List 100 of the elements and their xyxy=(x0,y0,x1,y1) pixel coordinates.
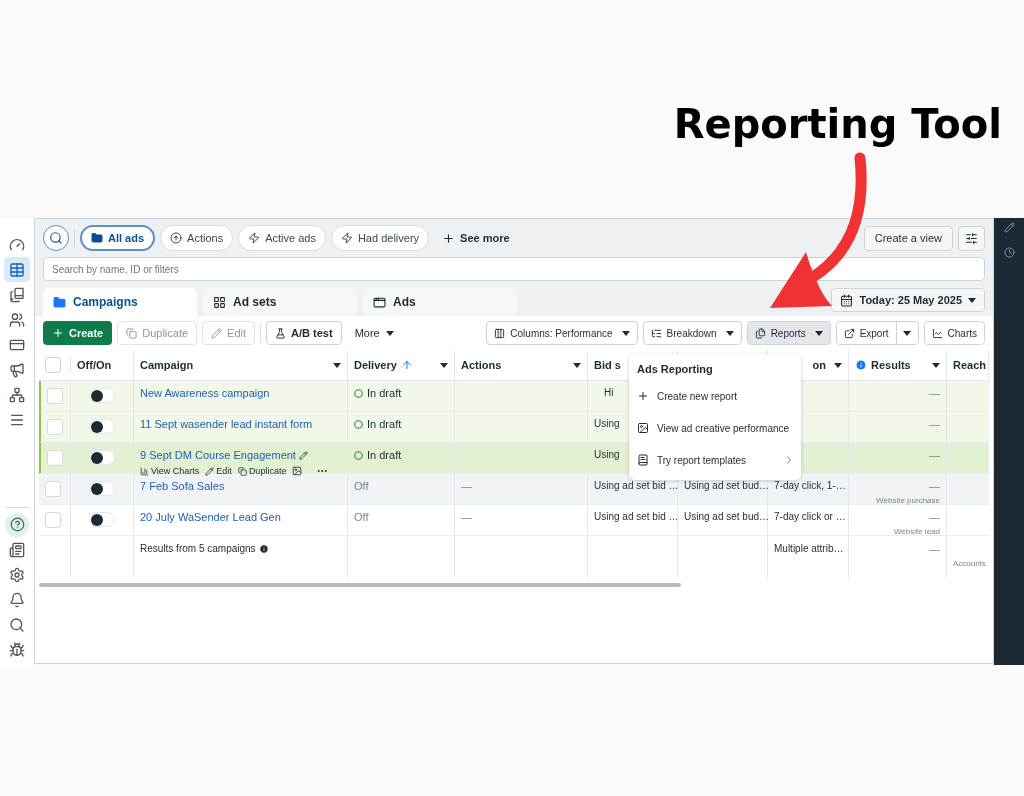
table-cell: — xyxy=(461,511,472,523)
table-icon[interactable] xyxy=(4,257,30,282)
toolbar-button[interactable]: Charts xyxy=(923,321,985,345)
column-header[interactable]: Actions xyxy=(461,349,581,381)
campaign-link[interactable]: 20 July WaSender Lead Gen xyxy=(140,509,281,526)
date-picker[interactable]: Today: 25 May 2025 xyxy=(831,288,985,312)
folder-icon xyxy=(53,295,66,309)
toggle-switch[interactable] xyxy=(89,388,115,403)
info-icon xyxy=(855,359,867,371)
export-split-button[interactable]: Export xyxy=(835,321,919,345)
row-checkbox[interactable] xyxy=(47,388,63,404)
table-cell: Accounts xyxy=(953,559,986,568)
book-icon xyxy=(637,454,649,466)
table-cell: — xyxy=(461,480,472,492)
caret-icon xyxy=(333,362,341,368)
table-cell-text: — xyxy=(929,386,940,401)
table-cell: Using xyxy=(594,418,620,429)
status-icon xyxy=(354,419,363,429)
toolbar-button[interactable]: A/B test xyxy=(266,321,342,345)
row-checkbox[interactable] xyxy=(47,419,63,435)
pencil-icon xyxy=(211,327,223,339)
column-header[interactable]: Results xyxy=(855,349,940,381)
table-row[interactable]: 7 Feb Sofa Sales Off — Using ad set bid … Using ad set bud… 7-day click, 1-… — Website purchase xyxy=(39,474,989,505)
search-button[interactable] xyxy=(43,225,69,251)
breakdown-icon xyxy=(650,327,662,339)
caret-icon xyxy=(903,330,912,336)
delivery-status: In draft xyxy=(367,417,402,432)
bolt-icon xyxy=(340,232,353,244)
campaign-link[interactable]: New Awareness campaign xyxy=(140,385,270,402)
toggle-switch[interactable] xyxy=(89,481,115,496)
pencil-icon[interactable] xyxy=(1003,222,1015,233)
column-header[interactable]: Campaign xyxy=(140,349,341,381)
column-header[interactable]: Delivery xyxy=(354,349,448,381)
bar-chart-icon xyxy=(140,466,149,476)
menu-item[interactable]: View ad creative performance xyxy=(629,412,801,444)
table-cell-text: — xyxy=(929,542,940,557)
search-icon xyxy=(49,231,63,245)
image-icon[interactable] xyxy=(292,466,303,477)
caret-icon xyxy=(834,362,842,368)
status-icon xyxy=(354,450,363,460)
settings-button[interactable] xyxy=(958,225,985,251)
toggle-switch[interactable] xyxy=(89,450,115,465)
menu-item[interactable]: Create new report xyxy=(629,380,801,412)
table-cell: 7-day click, 1-… xyxy=(774,480,846,491)
toolbar-button[interactable]: Breakdown xyxy=(642,321,742,345)
filter-chip[interactable]: Had delivery xyxy=(330,225,430,251)
chart-icon xyxy=(931,327,943,339)
toolbar-button[interactable]: Columns: Performance xyxy=(486,321,638,345)
summary-label: Results from 5 campaigns xyxy=(140,542,256,556)
filter-chip[interactable]: Active ads xyxy=(238,225,326,251)
pencil-icon xyxy=(205,466,215,476)
see-more-button[interactable]: See more xyxy=(434,225,518,251)
table-cell: Using ad set bud… xyxy=(684,511,770,522)
sort-arrow-icon xyxy=(400,359,413,371)
tab[interactable]: Ad sets xyxy=(203,288,357,316)
campaign-link[interactable]: 7 Feb Sofa Sales xyxy=(140,478,225,495)
search-field[interactable]: Search by name, ID or filters xyxy=(43,257,985,281)
plus-icon xyxy=(637,390,649,402)
help-icon[interactable] xyxy=(4,512,30,537)
toggle-switch[interactable] xyxy=(89,419,115,434)
table-cell-text: — xyxy=(929,417,940,432)
caret-icon xyxy=(814,330,823,336)
create-view-button[interactable]: Create a view xyxy=(863,225,953,251)
tab[interactable]: Campaigns xyxy=(43,288,197,316)
tab[interactable]: Ads xyxy=(363,288,517,316)
table-cell: Using xyxy=(594,449,620,460)
select-all-checkbox[interactable] xyxy=(45,357,61,373)
export-icon xyxy=(843,327,855,339)
filter-chip[interactable]: Actions xyxy=(160,225,234,251)
annotation-title: Reporting Tool xyxy=(673,100,1002,149)
table-cell-text: — xyxy=(929,479,940,494)
pencil-icon[interactable] xyxy=(298,450,308,460)
clock-icon[interactable] xyxy=(1003,247,1015,258)
menu-item[interactable]: Try report templates xyxy=(629,444,801,476)
calendar-icon xyxy=(840,293,854,307)
campaign-link[interactable]: 11 Sept wasender lead instant form xyxy=(140,416,313,433)
filter-chip[interactable]: All ads xyxy=(80,225,156,251)
status-icon xyxy=(354,388,363,398)
table-cell-text: — xyxy=(929,510,940,525)
toggle-switch[interactable] xyxy=(89,512,115,527)
column-header[interactable]: Off/On xyxy=(77,349,127,381)
scrollbar[interactable] xyxy=(39,583,681,587)
row-checkbox[interactable] xyxy=(45,512,61,528)
table-row[interactable]: 20 July WaSender Lead Gen Off — Using ad set bid … Using ad set bud… 7-day click or … — Website lead xyxy=(39,505,989,536)
row-checkbox[interactable] xyxy=(45,481,61,497)
window-icon xyxy=(373,295,386,309)
column-header[interactable]: on xyxy=(774,349,842,381)
table-cell: Using ad set bid … xyxy=(594,480,679,491)
delivery-status: In draft xyxy=(367,386,402,401)
toolbar-button[interactable]: Reports xyxy=(746,321,831,345)
row-checkbox[interactable] xyxy=(47,450,63,466)
image-icon xyxy=(637,422,649,434)
more-button[interactable]: More xyxy=(346,321,402,345)
plus-icon xyxy=(52,327,64,339)
campaign-link[interactable]: 9 Sept DM Course Engagement xyxy=(140,447,296,464)
flask-icon xyxy=(275,327,287,339)
table-cell: Using ad set bid … xyxy=(594,511,679,522)
create-button[interactable]: Create xyxy=(43,321,113,345)
upload-icon xyxy=(170,232,183,244)
table-cell-text: — xyxy=(929,448,940,463)
